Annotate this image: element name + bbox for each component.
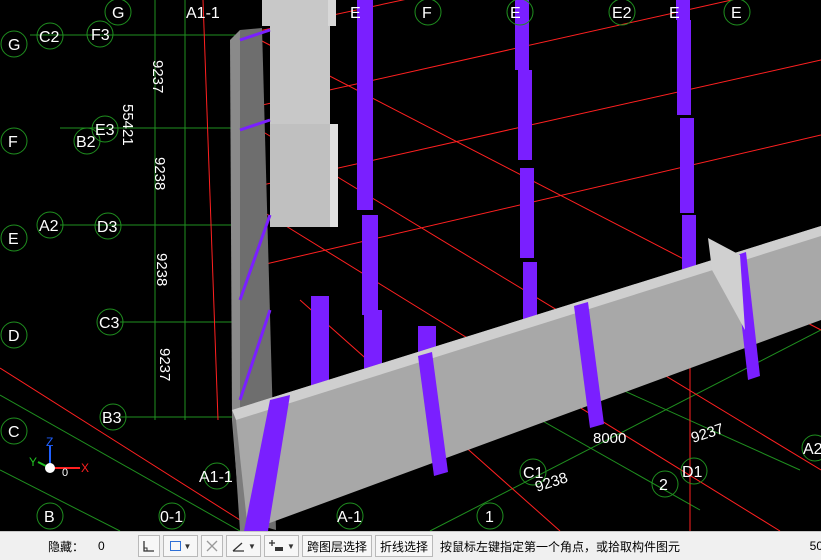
axis-label: A1-1 bbox=[199, 469, 233, 486]
axis-label: E bbox=[510, 5, 521, 22]
cross-layer-select-button[interactable]: 跨图层选择 bbox=[302, 535, 373, 557]
axis-label: D bbox=[8, 328, 20, 345]
dimension-label: 9237 bbox=[156, 348, 173, 381]
axis-label: E bbox=[350, 5, 361, 22]
command-prompt: 按鼠标左键指定第一个角点，或拾取构件图元 bbox=[440, 539, 681, 554]
chevron-down-icon: ▼ bbox=[287, 541, 295, 551]
axis-label: E3 bbox=[95, 122, 115, 139]
angle-dropdown[interactable]: ▼ bbox=[226, 535, 262, 557]
ortho-mode-icon bbox=[143, 541, 155, 552]
dimension-label: 9237 bbox=[689, 420, 726, 446]
axis-label: G bbox=[112, 5, 124, 22]
axis-label: B2 bbox=[76, 134, 96, 151]
axis-label: D1 bbox=[682, 464, 703, 481]
angle-icon bbox=[232, 542, 245, 552]
axis-label: C3 bbox=[99, 315, 120, 332]
axis-label: A-1 bbox=[337, 509, 362, 526]
axis-label: E bbox=[8, 231, 19, 248]
axis-label: E2 bbox=[612, 5, 632, 22]
axis-label: F bbox=[8, 134, 18, 151]
hidden-count-label: 隐藏： bbox=[48, 539, 85, 554]
x-axis-label: X bbox=[81, 461, 89, 475]
snap-point-icon bbox=[269, 540, 284, 551]
axis-label: G bbox=[8, 37, 20, 54]
axis-label: E bbox=[731, 5, 742, 22]
axis-label: C2 bbox=[39, 29, 60, 46]
axis-label: B bbox=[44, 509, 55, 526]
polyline-select-button[interactable]: 折线选择 bbox=[375, 535, 434, 557]
status-number: 50 bbox=[809, 539, 821, 553]
axis-label: B3 bbox=[102, 410, 122, 427]
indicator-extra: 0 bbox=[62, 467, 68, 479]
dimension-label: 9238 bbox=[151, 157, 168, 190]
axis-label: A1-1 bbox=[186, 5, 220, 22]
cross-icon bbox=[206, 540, 218, 552]
top-axis-labels: G A1-1 E F E E2 E E bbox=[104, 0, 751, 26]
axis-label: F3 bbox=[91, 27, 110, 44]
axis-label: C bbox=[8, 424, 20, 441]
status-bar: 隐藏： 0 ▼ ▼ ▼ 跨图层选择 折线选择 按鼠标左键指定第一个角点，或拾取构… bbox=[0, 531, 821, 560]
dimension-label: 8000 bbox=[593, 430, 626, 447]
y-axis-label: Y bbox=[29, 455, 37, 469]
ortho-mode-button[interactable] bbox=[138, 535, 161, 557]
axis-label: 1 bbox=[485, 509, 494, 526]
axis-label: F bbox=[422, 5, 432, 22]
left-axis-labels bbox=[0, 20, 127, 530]
rect-select-dropdown[interactable]: ▼ bbox=[163, 535, 199, 557]
axis-label: D3 bbox=[97, 219, 118, 236]
axis-label: 0-1 bbox=[160, 509, 183, 526]
axis-label: A2 bbox=[803, 441, 821, 458]
chevron-down-icon: ▼ bbox=[183, 541, 192, 551]
dimension-label: 9238 bbox=[153, 253, 170, 286]
coordinate-axis-indicator: X Y Z 0 bbox=[29, 435, 89, 479]
axis-label: A2 bbox=[39, 218, 59, 235]
snap-point-dropdown[interactable]: ▼ bbox=[264, 535, 300, 557]
dimension-label: 55421 bbox=[119, 104, 136, 146]
hidden-count-value: 0 bbox=[98, 539, 105, 553]
axis-label: E bbox=[669, 5, 680, 22]
rect-select-icon bbox=[169, 541, 181, 551]
z-axis-label: Z bbox=[46, 435, 53, 449]
axis-label: 2 bbox=[659, 477, 668, 494]
chevron-down-icon: ▼ bbox=[248, 541, 256, 551]
cross-button[interactable] bbox=[201, 535, 224, 557]
dimension-label: 9237 bbox=[149, 60, 166, 93]
3d-viewport[interactable]: G A1-1 E F E E2 E E G F E D C B C2 F3 B2… bbox=[0, 0, 821, 531]
